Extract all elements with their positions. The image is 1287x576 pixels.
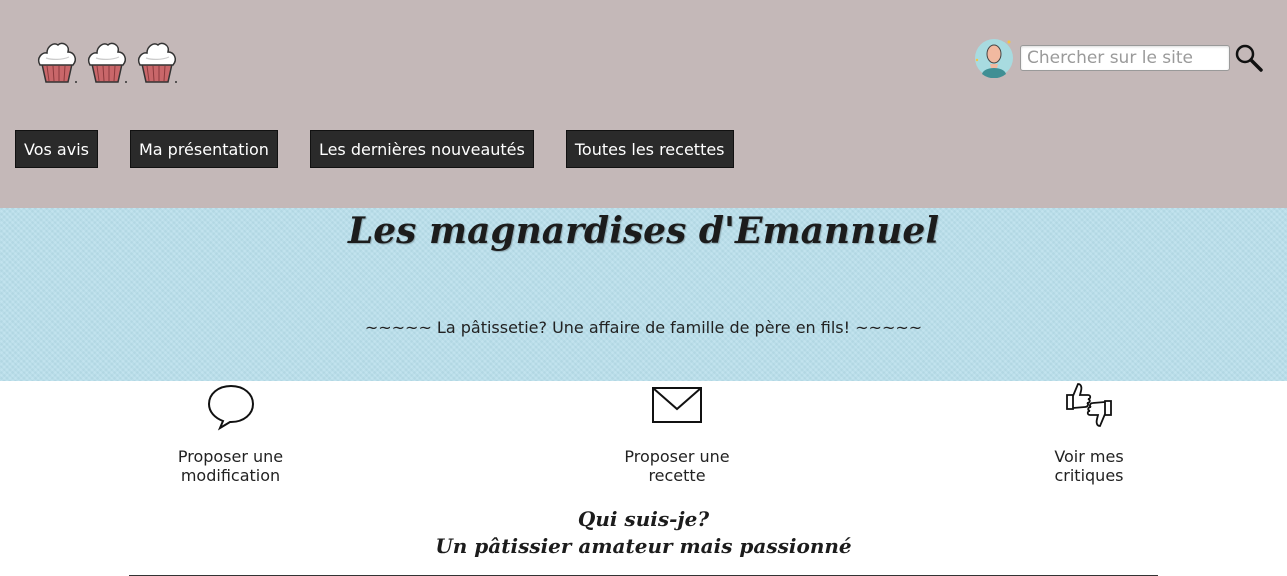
cupcake-icon xyxy=(37,42,77,83)
about-heading: Qui suis-je? xyxy=(577,507,710,531)
action-label: Proposer une modification xyxy=(177,447,284,485)
nav-item-ma-presentation[interactable]: Ma présentation xyxy=(129,130,278,168)
nav-item-vos-avis[interactable]: Vos avis xyxy=(15,130,98,168)
main-nav: Vos avis Ma présentation Les dernières n… xyxy=(15,130,766,168)
thumbs-up-down-icon xyxy=(1066,383,1112,427)
logo[interactable] xyxy=(36,38,178,84)
envelope-icon xyxy=(652,387,702,423)
about-subheading: Un pâtissier amateur mais passionné xyxy=(435,534,852,558)
action-label: Proposer une recette xyxy=(624,447,730,485)
nav-item-dernieres-nouveautes[interactable]: Les dernières nouveautés xyxy=(309,130,534,168)
action-label: Voir mes critiques xyxy=(1054,447,1124,485)
about-heading-block: Qui suis-je? Un pâtissier amateur mais p… xyxy=(0,506,1287,560)
speech-bubble-icon xyxy=(207,384,254,431)
tagline: ~~~~~ La pâtissetie? Une affaire de fami… xyxy=(364,318,923,337)
search-input[interactable] xyxy=(1020,45,1230,71)
cupcake-icon xyxy=(87,42,127,83)
view-reviews-link[interactable]: Voir mes critiques xyxy=(1020,381,1158,485)
cupcake-icon xyxy=(137,42,177,83)
propose-modification-link[interactable]: Proposer une modification xyxy=(129,383,332,485)
search-icon[interactable] xyxy=(1234,43,1264,73)
nav-item-toutes-recettes[interactable]: Toutes les recettes xyxy=(565,130,734,168)
propose-recipe-link[interactable]: Proposer une recette xyxy=(596,383,758,485)
site-header: Vos avis Ma présentation Les dernières n… xyxy=(0,0,1287,208)
site-title: Les magnardises d'Emannuel xyxy=(347,210,940,252)
search-area xyxy=(974,38,1264,78)
hero-banner: Les magnardises d'Emannuel ~~~~~ La pâti… xyxy=(0,208,1287,381)
avatar[interactable] xyxy=(974,38,1014,78)
